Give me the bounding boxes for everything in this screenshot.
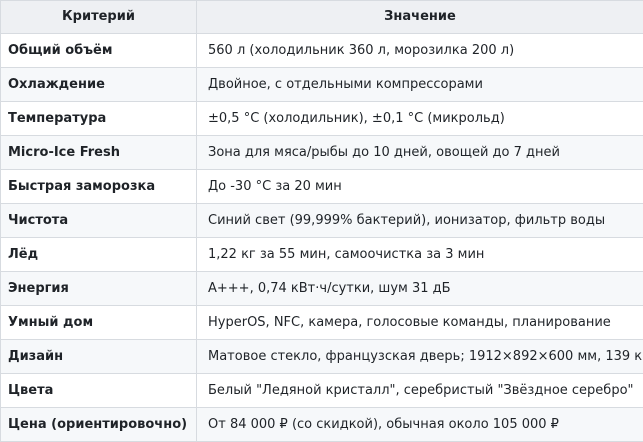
- header-row: Критерий Значение: [1, 1, 643, 34]
- row-criterion: Дизайн: [1, 340, 197, 374]
- table-row: Температура ±0,5 °C (холодильник), ±0,1 …: [1, 102, 643, 136]
- table-row: Энергия A+++, 0,74 кВт·ч/сутки, шум 31 д…: [1, 272, 643, 306]
- table-row: Micro-Ice Fresh Зона для мяса/рыбы до 10…: [1, 136, 643, 170]
- table-row: Лёд 1,22 кг за 55 мин, самоочистка за 3 …: [1, 238, 643, 272]
- table-row: Общий объём 560 л (холодильник 360 л, мо…: [1, 34, 643, 68]
- row-value: Двойное, с отдельными компрессорами: [197, 68, 643, 102]
- row-value: A+++, 0,74 кВт·ч/сутки, шум 31 дБ: [197, 272, 643, 306]
- row-value: 560 л (холодильник 360 л, морозилка 200 …: [197, 34, 643, 68]
- row-criterion: Цена (ориентировочно): [1, 408, 197, 442]
- row-value: Зона для мяса/рыбы до 10 дней, овощей до…: [197, 136, 643, 170]
- table-row: Цвета Белый "Ледяной кристалл", серебрис…: [1, 374, 643, 408]
- row-criterion: Быстрая заморозка: [1, 170, 197, 204]
- table-row: Цена (ориентировочно) От 84 000 ₽ (со ск…: [1, 408, 643, 442]
- row-value: Матовое стекло, французская дверь; 1912×…: [197, 340, 643, 374]
- table-row: Чистота Синий свет (99,999% бактерий), и…: [1, 204, 643, 238]
- table-header: Критерий Значение: [1, 1, 643, 34]
- row-value: Синий свет (99,999% бактерий), ионизатор…: [197, 204, 643, 238]
- row-criterion: Охлаждение: [1, 68, 197, 102]
- spec-table: Критерий Значение Общий объём 560 л (хол…: [0, 0, 643, 442]
- row-criterion: Энергия: [1, 272, 197, 306]
- row-value: Белый "Ледяной кристалл", серебристый "З…: [197, 374, 643, 408]
- column-header-criterion: Критерий: [1, 1, 197, 34]
- row-criterion: Micro-Ice Fresh: [1, 136, 197, 170]
- row-criterion: Лёд: [1, 238, 197, 272]
- table-row: Быстрая заморозка До -30 °C за 20 мин: [1, 170, 643, 204]
- row-criterion: Чистота: [1, 204, 197, 238]
- row-criterion: Общий объём: [1, 34, 197, 68]
- table-row: Охлаждение Двойное, с отдельными компрес…: [1, 68, 643, 102]
- row-value: До -30 °C за 20 мин: [197, 170, 643, 204]
- row-value: 1,22 кг за 55 мин, самоочистка за 3 мин: [197, 238, 643, 272]
- table-row: Умный дом HyperOS, NFC, камера, голосовы…: [1, 306, 643, 340]
- table-body: Общий объём 560 л (холодильник 360 л, мо…: [1, 34, 643, 442]
- table-row: Дизайн Матовое стекло, французская дверь…: [1, 340, 643, 374]
- row-value: HyperOS, NFC, камера, голосовые команды,…: [197, 306, 643, 340]
- row-criterion: Цвета: [1, 374, 197, 408]
- row-value: От 84 000 ₽ (со скидкой), обычная около …: [197, 408, 643, 442]
- column-header-value: Значение: [197, 1, 643, 34]
- row-value: ±0,5 °C (холодильник), ±0,1 °C (микрольд…: [197, 102, 643, 136]
- row-criterion: Температура: [1, 102, 197, 136]
- row-criterion: Умный дом: [1, 306, 197, 340]
